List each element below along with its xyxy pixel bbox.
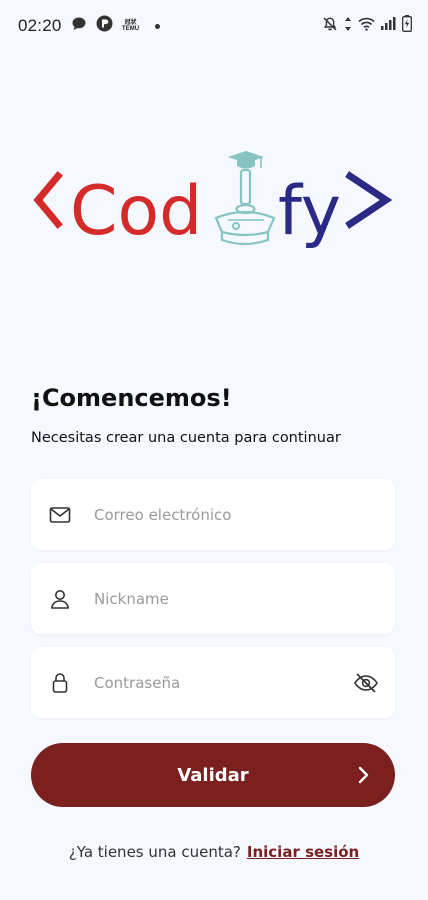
password-field[interactable] [31, 647, 395, 718]
codify-logo: Cod fy [32, 148, 394, 254]
login-prompt: ¿Ya tienes una cuenta? Iniciar sesión [0, 843, 428, 861]
email-input[interactable] [94, 505, 395, 524]
nickname-field[interactable] [31, 563, 395, 634]
joystick-graduation-icon [214, 151, 276, 246]
mail-icon [48, 503, 72, 527]
validate-button[interactable]: Validar [31, 743, 395, 807]
user-icon [48, 587, 72, 611]
data-arrows-icon [344, 16, 352, 37]
logo-text-cod: Cod [70, 172, 202, 251]
email-field[interactable] [31, 479, 395, 550]
page-title: ¡Comencemos! [31, 384, 232, 412]
status-bar-right [322, 15, 412, 37]
status-bar-left: 02:20 冠状 TEMU [18, 15, 160, 37]
wifi-icon [358, 17, 375, 36]
login-prompt-text: ¿Ya tienes una cuenta? [68, 843, 241, 861]
login-link[interactable]: Iniciar sesión [247, 843, 359, 861]
temu-bottom-text: TEMU [122, 26, 140, 32]
eye-off-icon[interactable] [353, 670, 379, 696]
page-subtitle: Necesitas crear una cuenta para continua… [31, 430, 341, 446]
password-input[interactable] [94, 673, 353, 692]
notification-off-icon [322, 16, 338, 37]
battery-icon [402, 15, 412, 37]
more-notifications-dot [154, 23, 160, 29]
logo-text-fy: fy [278, 172, 341, 251]
status-bar: 02:20 冠状 TEMU [0, 0, 428, 52]
status-time: 02:20 [18, 16, 62, 35]
chat-bubble-icon [71, 16, 87, 37]
nickname-input[interactable] [94, 589, 395, 608]
lock-icon [48, 671, 72, 695]
temu-app-icon: 冠状 TEMU [122, 20, 140, 32]
chevron-right-icon [351, 763, 375, 787]
signal-icon [381, 17, 396, 35]
validate-button-label: Validar [177, 764, 249, 786]
app-badge-icon [96, 15, 113, 37]
